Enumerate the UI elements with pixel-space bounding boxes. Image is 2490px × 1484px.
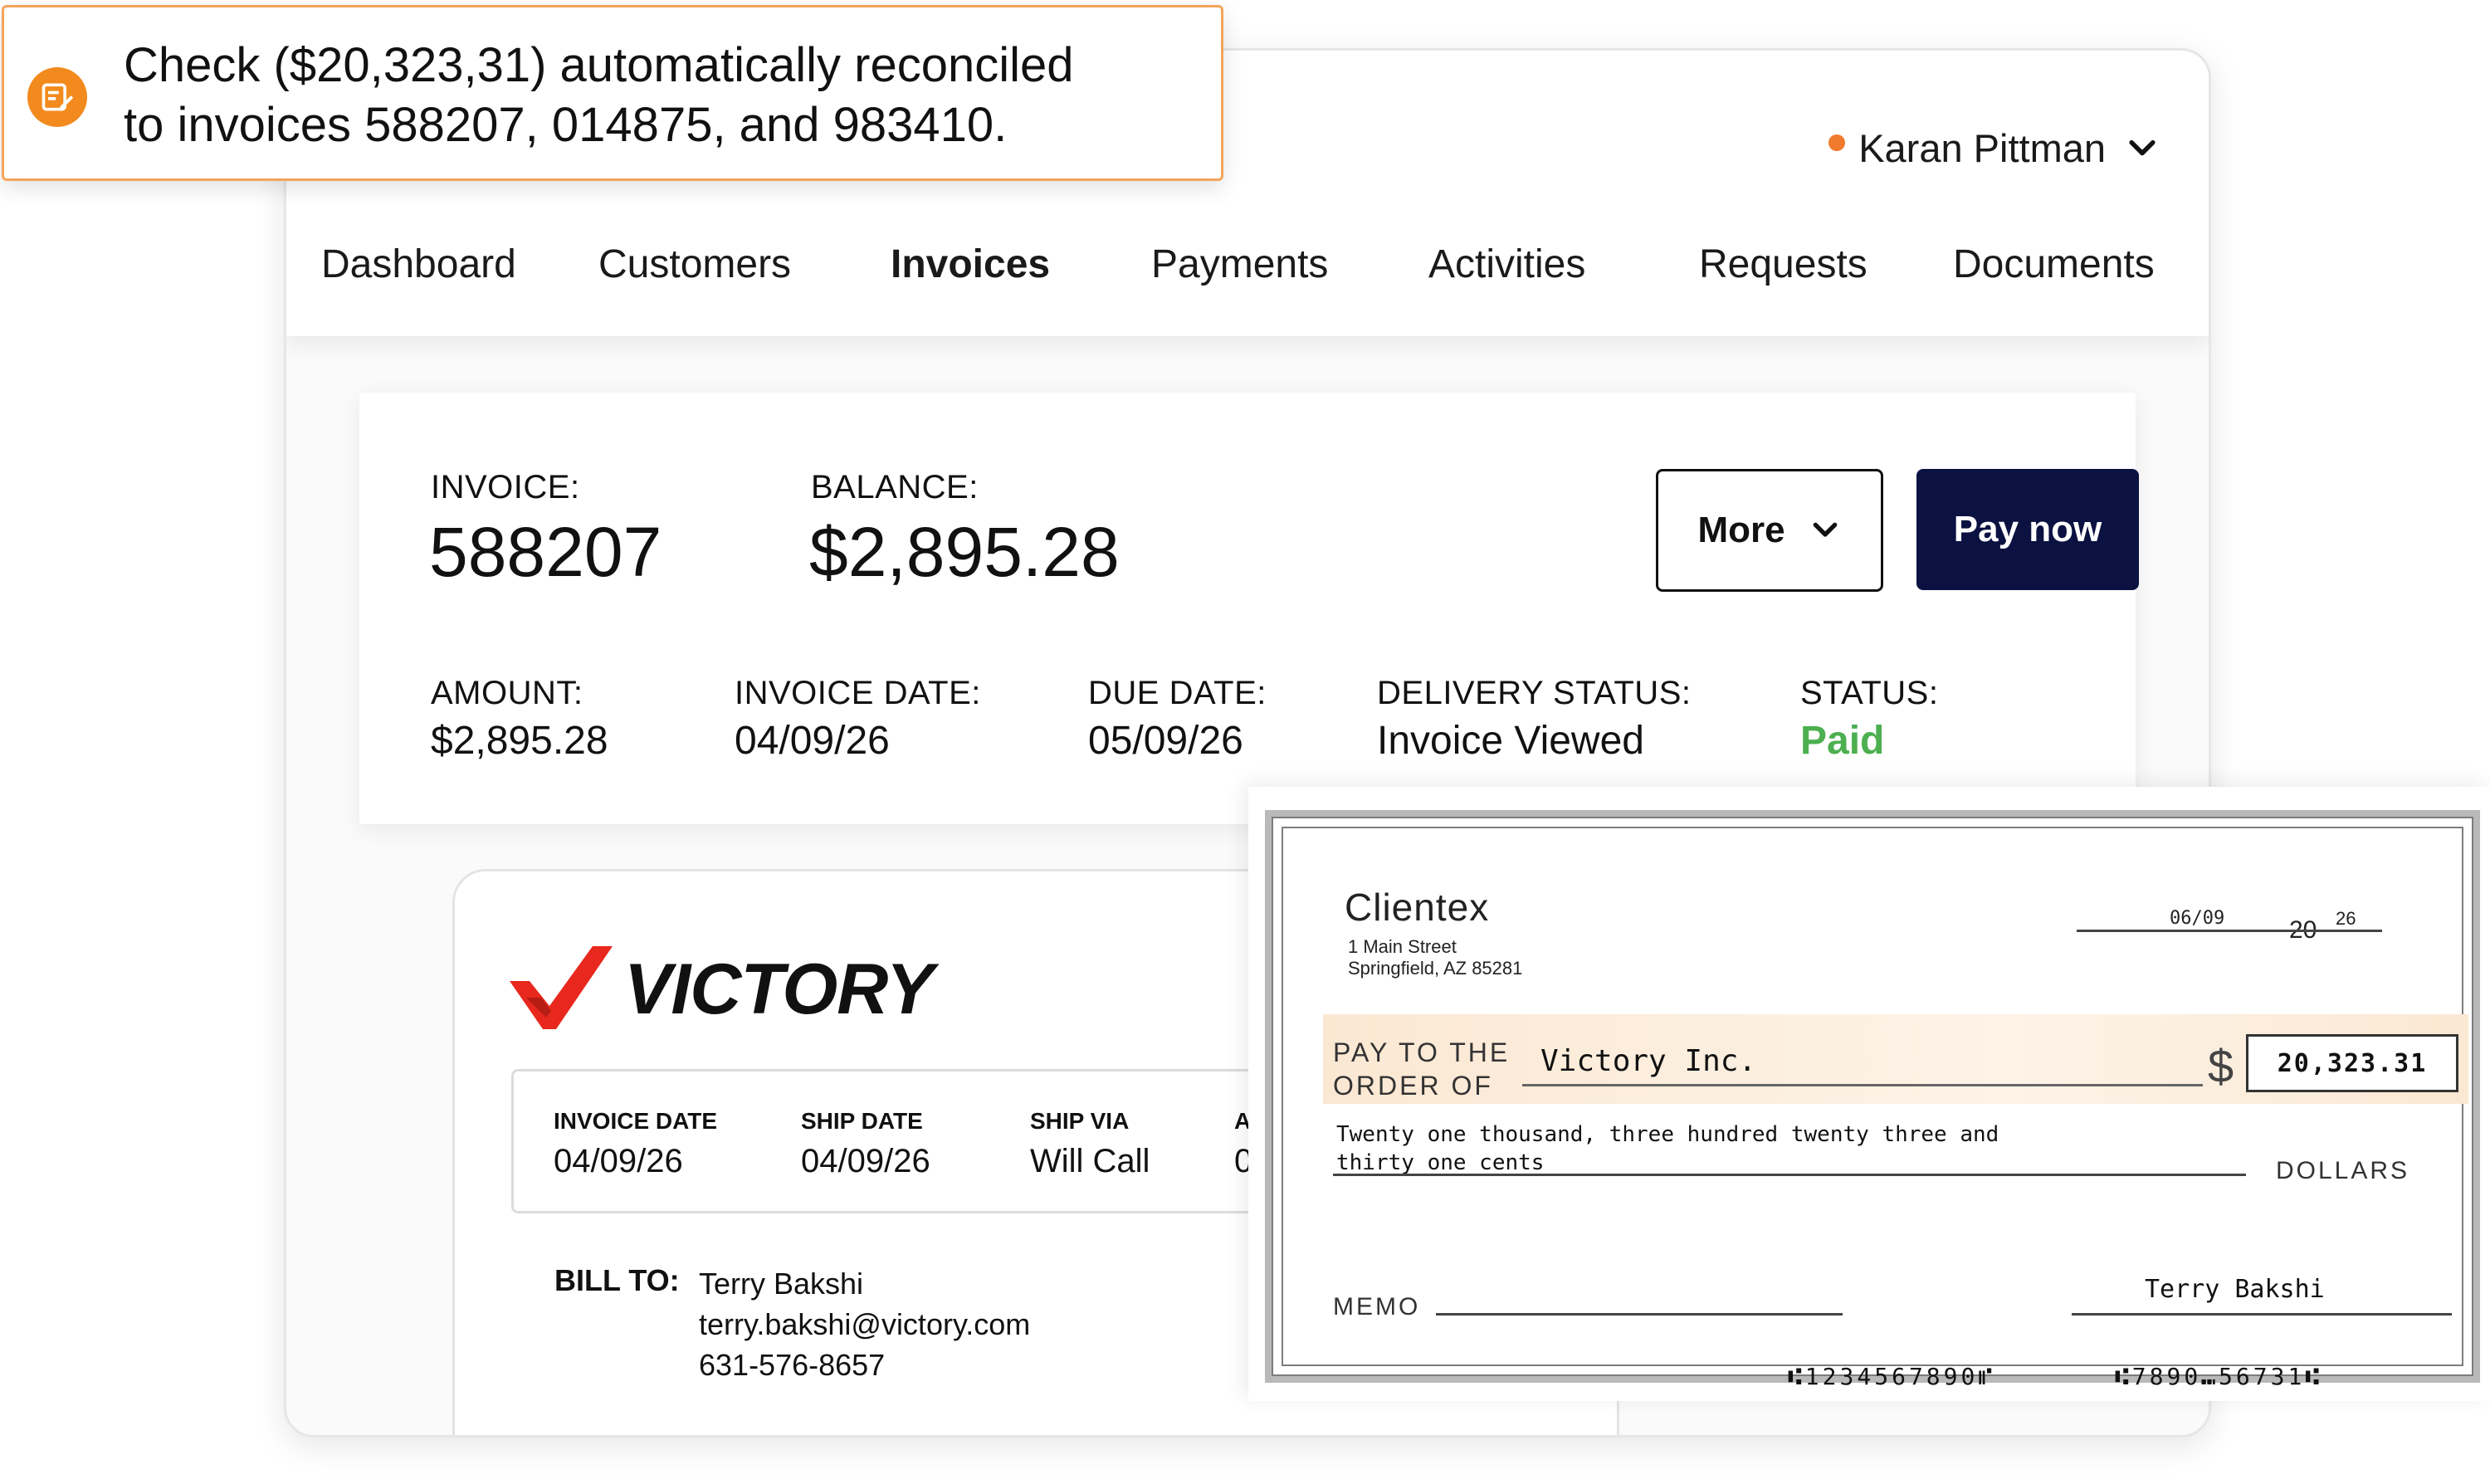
meta-label: SHIP DATE [801, 1108, 923, 1134]
meta-invoice-date: INVOICE DATE 04/09/26 [554, 1108, 717, 1180]
due-date-label: DUE DATE: [1088, 675, 1267, 711]
main-nav: Dashboard Customers Invoices Payments Ac… [286, 242, 2209, 325]
bill-to-email: terry.bakshi@victory.com [699, 1307, 1031, 1341]
reconciliation-notification: Check ($20,323,31) automatically reconci… [2, 5, 1223, 181]
memo-line [1436, 1313, 1843, 1316]
pay-to-label-line-2: ORDER OF [1333, 1071, 1493, 1101]
meta-ship-via: SHIP VIA Will Call [1030, 1108, 1150, 1180]
tab-dashboard[interactable]: Dashboard [321, 242, 516, 287]
memo-label: MEMO [1333, 1293, 1421, 1320]
invoice-number: 588207 [429, 513, 662, 591]
address-line-2: Springfield, AZ 85281 [1348, 958, 1523, 979]
notification-line-1: Check ($20,323,31) automatically reconci… [124, 38, 1074, 92]
user-name: Karan Pittman [1858, 126, 2106, 170]
user-menu[interactable]: Karan Pittman [1828, 125, 2160, 171]
invoice-summary-card: INVOICE: 588207 BALANCE: $2,895.28 More … [359, 393, 2139, 824]
address-line-1: 1 Main Street [1348, 936, 1457, 957]
dollars-label: DOLLARS [2276, 1157, 2410, 1184]
notification-message: Check ($20,323,31) automatically reconci… [124, 36, 1203, 155]
tab-payments[interactable]: Payments [1151, 242, 1328, 287]
victory-logo: VICTORY [510, 946, 934, 1032]
invoice-date-value: 04/09/26 [735, 719, 890, 763]
pay-to-label: PAY TO THE ORDER OF [1333, 1036, 1510, 1102]
check-company-address: 1 Main Street Springfield, AZ 85281 [1348, 936, 1522, 979]
tab-invoices[interactable]: Invoices [891, 242, 1050, 287]
check-border: Clientex 1 Main Street Springfield, AZ 8… [1265, 810, 2480, 1390]
bill-to-label: BILL TO: [554, 1263, 680, 1297]
meta-label: INVOICE DATE [554, 1108, 718, 1134]
balance-value: $2,895.28 [809, 513, 1120, 591]
meta-ship-date: SHIP DATE 04/09/26 [801, 1108, 930, 1180]
invoice-date-label: INVOICE DATE: [735, 675, 981, 711]
meta-value: 04/09/26 [801, 1143, 930, 1179]
due-date-value: 05/09/26 [1088, 719, 1243, 763]
signature-line [2072, 1313, 2452, 1316]
balance-label: BALANCE: [811, 469, 979, 505]
tab-documents[interactable]: Documents [1953, 242, 2155, 287]
delivery-status-value: Invoice Viewed [1377, 719, 1644, 763]
amount-words-line-1: Twenty one thousand, three hundred twent… [1336, 1122, 1999, 1147]
pay-now-label: Pay now [1953, 509, 2102, 549]
status-label: STATUS: [1800, 675, 1939, 711]
meta-value: 04/09/26 [554, 1143, 683, 1179]
tab-customers[interactable]: Customers [598, 242, 791, 287]
micr-routing-number: ⑆1234567890⑈ [1788, 1363, 1996, 1390]
amount-words-line-2: thirty one cents [1336, 1150, 1545, 1175]
more-button-label: More [1697, 510, 1785, 550]
micr-account-number: ⑆7890⑉56731⑆ [2115, 1363, 2323, 1390]
meta-value: Will Call [1030, 1143, 1150, 1179]
chevron-down-icon [2129, 139, 2156, 155]
pay-to-label-line-1: PAY TO THE [1333, 1037, 1511, 1067]
tab-activities[interactable]: Activities [1428, 242, 1585, 287]
amount-label: AMOUNT: [431, 675, 583, 711]
pay-now-button[interactable]: Pay now [1916, 469, 2139, 590]
delivery-status-label: DELIVERY STATUS: [1377, 675, 1692, 711]
bill-to-phone: 631-576-8657 [699, 1348, 886, 1382]
bill-to-details: Terry Bakshi terry.bakshi@victory.com 63… [699, 1263, 1030, 1385]
check-amount: 20,323.31 [2246, 1034, 2458, 1092]
edit-note-icon [27, 67, 87, 127]
invoice-label: INVOICE: [431, 469, 580, 505]
notification-line-2: to invoices 588207, 014875, and 983410. [124, 98, 1008, 152]
check-image: Clientex 1 Main Street Springfield, AZ 8… [1248, 787, 2490, 1401]
signature: Terry Bakshi [2145, 1275, 2325, 1304]
amount-value: $2,895.28 [431, 719, 608, 763]
victory-check-mark-icon [510, 946, 613, 1029]
amount-in-words: Twenty one thousand, three hundred twent… [1336, 1120, 1999, 1177]
tab-requests[interactable]: Requests [1699, 242, 1868, 287]
dollar-sign: $ [2208, 1040, 2234, 1092]
date-line [2077, 930, 2382, 932]
online-status-dot [1828, 134, 1846, 151]
payee-name: Victory Inc. [1540, 1044, 1757, 1078]
check-company-name: Clientex [1345, 886, 1490, 929]
amount-words-line [1333, 1174, 2246, 1176]
status-badge: Paid [1800, 719, 1885, 763]
chevron-down-icon [1813, 522, 1837, 537]
check-date: 06/09 [2170, 908, 2225, 929]
bill-to-name: Terry Bakshi [699, 1267, 864, 1301]
meta-label: SHIP VIA [1030, 1108, 1130, 1134]
payee-line [1522, 1084, 2203, 1086]
more-button[interactable]: More [1656, 469, 1883, 592]
check-year-suffix: 26 [2336, 908, 2356, 929]
logo-wordmark: VICTORY [624, 949, 934, 1029]
